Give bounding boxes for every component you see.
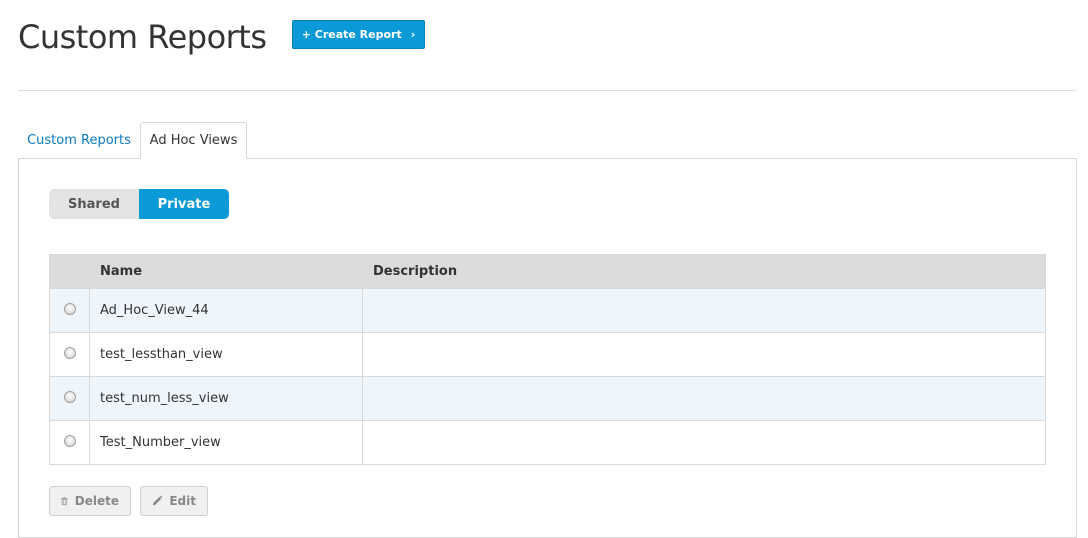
delete-button-label: Delete <box>74 494 119 508</box>
shared-toggle-button[interactable]: Shared <box>49 189 139 219</box>
header-divider <box>18 90 1076 91</box>
table-row[interactable]: Test_Number_view <box>49 420 1046 465</box>
ad-hoc-views-table: Name Description Ad_Hoc_View_44 test_les… <box>49 254 1046 465</box>
visibility-toggle: Shared Private <box>49 189 229 219</box>
row-actions: Delete Edit <box>49 486 208 516</box>
delete-button[interactable]: Delete <box>49 486 131 516</box>
tab-ad-hoc-views-label: Ad Hoc Views <box>149 133 238 148</box>
row-description <box>362 288 1046 333</box>
select-column-header <box>49 254 90 289</box>
row-radio-button[interactable] <box>63 346 76 359</box>
table-header-row: Name Description <box>49 254 1046 289</box>
tab-ad-hoc-views[interactable]: Ad Hoc Views <box>140 122 247 159</box>
row-select-cell <box>49 288 90 333</box>
row-radio-button[interactable] <box>63 390 76 403</box>
tab-custom-reports-label: Custom Reports <box>27 133 131 148</box>
row-radio-button[interactable] <box>63 302 76 315</box>
edit-button[interactable]: Edit <box>140 486 208 516</box>
row-select-cell <box>49 376 90 421</box>
row-select-cell <box>49 332 90 377</box>
trash-icon <box>61 497 68 506</box>
row-description <box>362 420 1046 465</box>
row-name: Ad_Hoc_View_44 <box>89 288 363 333</box>
table-row[interactable]: Ad_Hoc_View_44 <box>49 288 1046 333</box>
pencil-icon <box>152 495 163 506</box>
row-name: test_lessthan_view <box>89 332 363 377</box>
tab-custom-reports[interactable]: Custom Reports <box>18 122 140 159</box>
description-column-header[interactable]: Description <box>362 254 1046 289</box>
row-name: Test_Number_view <box>89 420 363 465</box>
row-select-cell <box>49 420 90 465</box>
chevron-right-icon: › <box>410 28 416 41</box>
row-description <box>362 376 1046 421</box>
table-row[interactable]: test_lessthan_view <box>49 332 1046 377</box>
page-title: Custom Reports <box>18 18 267 56</box>
row-name: test_num_less_view <box>89 376 363 421</box>
create-report-button[interactable]: + Create Report › <box>292 20 425 49</box>
edit-button-label: Edit <box>169 494 196 508</box>
row-radio-button[interactable] <box>63 434 76 447</box>
private-toggle-button[interactable]: Private <box>139 189 229 219</box>
table-row[interactable]: test_num_less_view <box>49 376 1046 421</box>
create-report-label: + Create Report <box>301 28 402 41</box>
name-column-header[interactable]: Name <box>89 254 363 289</box>
row-description <box>362 332 1046 377</box>
